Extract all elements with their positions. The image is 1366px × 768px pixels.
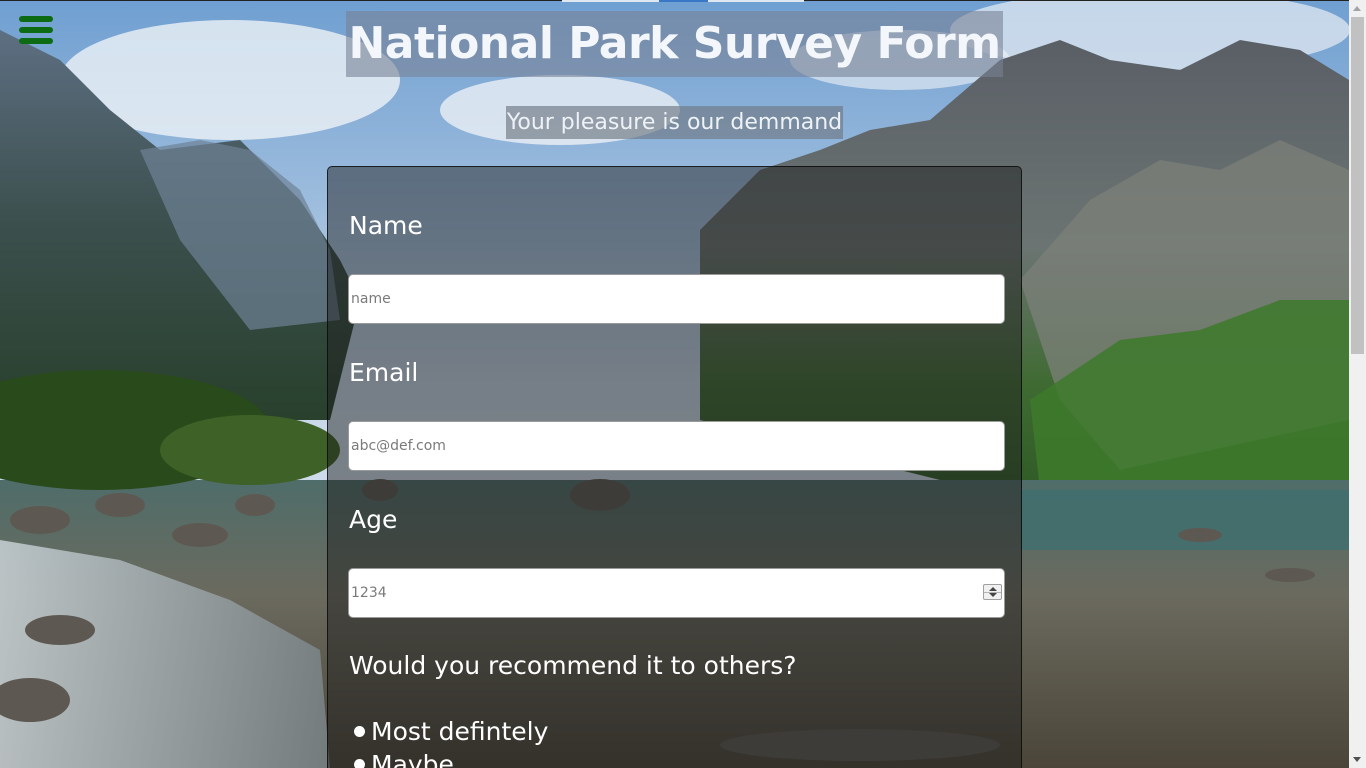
recommend-option-label: Maybe (371, 750, 454, 768)
top-progress-accent (659, 0, 708, 2)
top-progress-strip (562, 0, 804, 2)
spinner-down-icon[interactable] (989, 593, 997, 597)
spinner-up-icon[interactable] (989, 587, 997, 591)
bullet-icon (354, 726, 365, 737)
page: National Park Survey Form Your pleasure … (0, 0, 1366, 768)
name-input[interactable] (348, 274, 1005, 324)
title-container: National Park Survey Form (0, 11, 1349, 77)
age-label: Age (349, 505, 398, 534)
page-subtitle: Your pleasure is our demmand (505, 106, 844, 139)
age-spinner[interactable] (983, 584, 1002, 600)
scroll-up-arrow-icon[interactable] (1353, 6, 1361, 11)
email-label: Email (349, 358, 419, 387)
email-input[interactable] (348, 421, 1005, 471)
recommend-option[interactable]: Maybe (354, 750, 454, 768)
scrollbar-thumb[interactable] (1351, 17, 1364, 354)
recommend-option-label: Most defintely (371, 717, 549, 746)
survey-form: Name Email Age Would you recommend it to… (327, 166, 1022, 768)
page-title: National Park Survey Form (346, 11, 1003, 77)
scroll-down-arrow-icon[interactable] (1353, 757, 1361, 762)
name-label: Name (349, 211, 423, 240)
vertical-scrollbar[interactable] (1349, 0, 1366, 768)
subtitle-container: Your pleasure is our demmand (0, 106, 1349, 139)
age-input[interactable] (348, 568, 1005, 618)
bullet-icon (354, 759, 365, 768)
age-field-wrapper (348, 568, 1005, 618)
recommend-option[interactable]: Most defintely (354, 717, 548, 746)
recommend-question: Would you recommend it to others? (349, 651, 797, 680)
